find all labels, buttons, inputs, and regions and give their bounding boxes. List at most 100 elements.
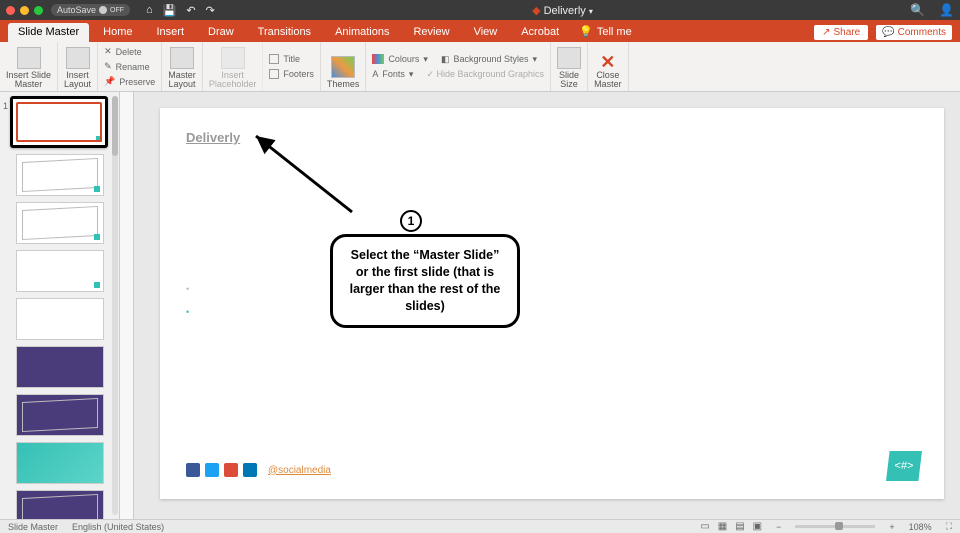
layout-thumbnail[interactable]: [16, 394, 104, 436]
tab-transitions[interactable]: Transitions: [248, 23, 321, 42]
comments-button[interactable]: 💬Comments: [876, 25, 952, 40]
home-icon[interactable]: ⌂: [146, 4, 153, 17]
fonts-dropdown[interactable]: AFonts▾ ✓ Hide Background Graphics: [372, 67, 544, 81]
rename-icon: ✎: [104, 61, 112, 72]
layout-thumbnail[interactable]: [16, 250, 104, 292]
workspace: 1 Deliverly •• @socialmedia <: [0, 92, 960, 519]
google-icon: [224, 463, 238, 477]
master-layout-button[interactable]: Master Layout: [162, 42, 203, 91]
zoom-slider[interactable]: [795, 525, 875, 528]
layout-thumbnail[interactable]: [16, 442, 104, 484]
document-title: ◆ Deliverly ▾: [223, 4, 902, 17]
ribbon: Insert Slide Master Insert Layout ✕Delet…: [0, 42, 960, 92]
share-button[interactable]: ↗Share: [814, 25, 868, 40]
colours-dropdown[interactable]: Colours▾ ◧Background Styles▾: [372, 52, 537, 66]
close-icon: ✕: [600, 53, 615, 71]
window-controls[interactable]: [6, 6, 43, 15]
tell-me-search[interactable]: 💡 Tell me: [579, 25, 632, 42]
tab-home[interactable]: Home: [93, 23, 142, 42]
toggle-knob-icon: [99, 6, 107, 14]
close-master-button[interactable]: ✕ Close Master: [588, 42, 629, 91]
close-window-icon[interactable]: [6, 6, 15, 15]
comment-icon: 💬: [882, 27, 894, 38]
fit-window-icon[interactable]: ⛶: [946, 521, 952, 532]
edit-master-group: ✕Delete ✎Rename 📌Preserve: [98, 42, 162, 91]
chevron-down-icon: ▾: [423, 54, 428, 65]
reading-view-icon[interactable]: ▤: [735, 521, 744, 532]
layout-thumbnail[interactable]: [16, 298, 104, 340]
title-checkbox[interactable]: Title: [269, 52, 300, 66]
search-icon[interactable]: 🔍: [910, 3, 925, 17]
vertical-ruler: [120, 92, 134, 519]
master-slide-thumbnail[interactable]: 1: [10, 96, 108, 148]
linkedin-icon: [243, 463, 257, 477]
thumbnail-scrollbar[interactable]: [112, 96, 118, 515]
tab-draw[interactable]: Draw: [198, 23, 244, 42]
layout-thumbnail[interactable]: [16, 202, 104, 244]
autosave-toggle[interactable]: AutoSave OFF: [51, 4, 130, 16]
slideshow-view-icon[interactable]: ▣: [753, 521, 762, 532]
slide-size-icon: [557, 47, 581, 69]
preserve-icon: 📌: [104, 76, 115, 87]
lightbulb-icon: 💡: [579, 25, 593, 38]
insert-layout-button[interactable]: Insert Layout: [58, 42, 98, 91]
placeholder-icon: [221, 47, 245, 69]
normal-view-icon[interactable]: ▭: [700, 521, 709, 532]
themes-icon: [331, 56, 355, 78]
slide-master-icon: [17, 47, 41, 69]
arrow-line-icon: [252, 126, 392, 226]
placeholder-toggles: Title Footers: [263, 42, 321, 91]
layout-thumbnail[interactable]: [16, 154, 104, 196]
rename-button[interactable]: ✎Rename: [104, 60, 150, 74]
status-bar: Slide Master English (United States) ▭ ▦…: [0, 519, 960, 533]
zoom-in-button[interactable]: +: [889, 522, 894, 532]
logo-mark: <#>: [886, 451, 922, 481]
tab-acrobat[interactable]: Acrobat: [511, 23, 569, 42]
tab-view[interactable]: View: [464, 23, 508, 42]
layout-thumbnail[interactable]: [16, 490, 104, 519]
status-mode: Slide Master: [8, 522, 58, 532]
chevron-down-icon: ▾: [533, 54, 538, 65]
thumbnail-number: 1: [3, 101, 8, 111]
tab-insert[interactable]: Insert: [146, 23, 194, 42]
status-language[interactable]: English (United States): [72, 522, 164, 532]
layout-icon: [66, 47, 90, 69]
theme-options: Colours▾ ◧Background Styles▾ AFonts▾ ✓ H…: [366, 42, 551, 91]
sorter-view-icon[interactable]: ▦: [718, 521, 727, 532]
annotation-text: Select the “Master Slide” or the first s…: [330, 234, 520, 328]
brand-title: Deliverly: [186, 130, 240, 145]
tab-review[interactable]: Review: [403, 23, 459, 42]
minimize-window-icon[interactable]: [20, 6, 29, 15]
footers-checkbox[interactable]: Footers: [269, 67, 314, 81]
hide-bg-checkbox[interactable]: ✓ Hide Background Graphics: [426, 69, 544, 80]
zoom-level[interactable]: 108%: [909, 522, 932, 532]
slide-marker-icon: [96, 136, 102, 142]
preserve-button[interactable]: 📌Preserve: [104, 75, 155, 89]
chevron-down-icon: ▾: [409, 69, 414, 80]
layout-thumbnail[interactable]: [16, 346, 104, 388]
bullet-placeholder: ••: [186, 278, 189, 323]
undo-icon[interactable]: ↶: [186, 4, 195, 17]
slide-canvas[interactable]: Deliverly •• @socialmedia <#> 1 Select t…: [160, 108, 944, 499]
insert-slide-master-button[interactable]: Insert Slide Master: [0, 42, 58, 91]
tab-animations[interactable]: Animations: [325, 23, 399, 42]
social-handle: @socialmedia: [268, 465, 331, 476]
window-titlebar: AutoSave OFF ⌂ 💾 ↶ ↷ ◆ Deliverly ▾ 🔍 👤: [0, 0, 960, 20]
slide-footer: @socialmedia: [186, 463, 331, 477]
insert-placeholder-button[interactable]: Insert Placeholder: [203, 42, 264, 91]
ribbon-tabstrip: Slide Master Home Insert Draw Transition…: [0, 20, 960, 42]
share-icon: ↗: [822, 27, 830, 38]
slide-size-button[interactable]: Slide Size: [551, 42, 588, 91]
zoom-out-button[interactable]: −: [776, 522, 781, 532]
bg-styles-icon: ◧: [441, 54, 450, 65]
maximize-window-icon[interactable]: [34, 6, 43, 15]
facebook-icon: [186, 463, 200, 477]
redo-icon[interactable]: ↷: [206, 4, 215, 17]
user-icon[interactable]: 👤: [939, 3, 954, 17]
themes-button[interactable]: Themes: [321, 42, 367, 91]
delete-button[interactable]: ✕Delete: [104, 45, 142, 59]
quick-access-toolbar: ⌂ 💾 ↶ ↷: [146, 4, 215, 17]
tab-slide-master[interactable]: Slide Master: [8, 23, 89, 42]
delete-icon: ✕: [104, 46, 112, 57]
save-icon[interactable]: 💾: [163, 4, 177, 17]
